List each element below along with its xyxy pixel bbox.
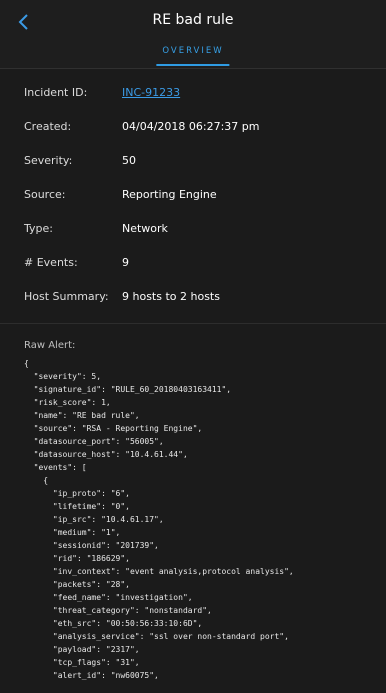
raw-alert-line: "risk_score": 1,	[24, 398, 111, 407]
detail-value: 04/04/2018 06:27:37 pm	[122, 119, 260, 133]
raw-alert-line: "alert_id": "nw60075",	[24, 671, 159, 680]
detail-label: Host Summary:	[24, 289, 109, 303]
detail-label: Source:	[24, 187, 66, 201]
raw-alert-line: "feed_name": "investigation",	[24, 593, 193, 602]
raw-alert-line: "packets": "28",	[24, 580, 130, 589]
detail-value: 9 hosts to 2 hosts	[122, 289, 220, 303]
raw-alert-line: "sessionid": "201739",	[24, 541, 159, 550]
detail-row-type: Type: Network	[0, 211, 386, 245]
detail-row-incident-id: Incident ID: INC-91233	[0, 75, 386, 109]
detail-value: Network	[122, 221, 168, 235]
raw-alert-line: "ip_proto": "6",	[24, 489, 130, 498]
raw-alert-line: "threat_category": "nonstandard",	[24, 606, 212, 615]
raw-alert-line: "tcp_flags": "31",	[24, 658, 140, 667]
incident-id-link[interactable]: INC-91233	[122, 86, 180, 99]
raw-alert-line: "payload": "2317",	[24, 645, 140, 654]
raw-alert-line: "lifetime": "0",	[24, 502, 130, 511]
tab-overview[interactable]: OVERVIEW	[156, 46, 230, 66]
raw-alert-line: "signature_id": "RULE_60_20180403163411"…	[24, 385, 232, 394]
detail-row-host-summary: Host Summary: 9 hosts to 2 hosts	[0, 279, 386, 313]
detail-value: 50	[122, 153, 136, 167]
raw-alert-line: "source": "RSA - Reporting Engine",	[24, 424, 203, 433]
tab-bar: OVERVIEW	[0, 44, 386, 69]
details-list: Incident ID: INC-91233 Created: 04/04/20…	[0, 75, 386, 313]
detail-label: Incident ID:	[24, 85, 88, 99]
incident-details-screen: RE bad rule OVERVIEW Incident ID: INC-91…	[0, 0, 386, 693]
detail-label: # Events:	[24, 255, 78, 269]
detail-value: Reporting Engine	[122, 187, 217, 201]
raw-alert-line: "eth_src": "00:50:56:33:10:6D",	[24, 619, 203, 628]
raw-alert-line: "ip_src": "10.4.61.17",	[24, 515, 164, 524]
detail-row-source: Source: Reporting Engine	[0, 177, 386, 211]
raw-alert-line: "name": "RE bad rule",	[24, 411, 140, 420]
raw-alert-line: "datasource_port": "56005",	[24, 437, 164, 446]
raw-alert-line: "datasource_host": "10.4.61.44",	[24, 450, 188, 459]
header-bar: RE bad rule	[0, 0, 386, 44]
raw-alert-line: "inv_context": "event analysis,protocol …	[24, 567, 294, 576]
detail-row-severity: Severity: 50	[0, 143, 386, 177]
raw-alert-line: "medium": "1",	[24, 528, 121, 537]
detail-value: 9	[122, 255, 129, 269]
raw-alert-line: "analysis_service": "ssl over non-standa…	[24, 632, 289, 641]
raw-alert-line: "rid": "186629",	[24, 554, 130, 563]
detail-label: Severity:	[24, 153, 73, 167]
raw-alert-line: {	[24, 476, 49, 485]
raw-alert-line: {	[24, 359, 29, 368]
detail-label: Type:	[24, 221, 53, 235]
detail-row-created: Created: 04/04/2018 06:27:37 pm	[0, 109, 386, 143]
page-title: RE bad rule	[152, 12, 234, 28]
detail-label: Created:	[24, 119, 72, 133]
raw-alert-line: "severity": 5,	[24, 372, 102, 381]
raw-alert-label: Raw Alert:	[24, 340, 76, 351]
detail-row-events: # Events: 9	[0, 245, 386, 279]
raw-alert-line: "events": [	[24, 463, 87, 472]
raw-alert-json: { "severity": 5, "signature_id": "RULE_6…	[0, 357, 386, 682]
